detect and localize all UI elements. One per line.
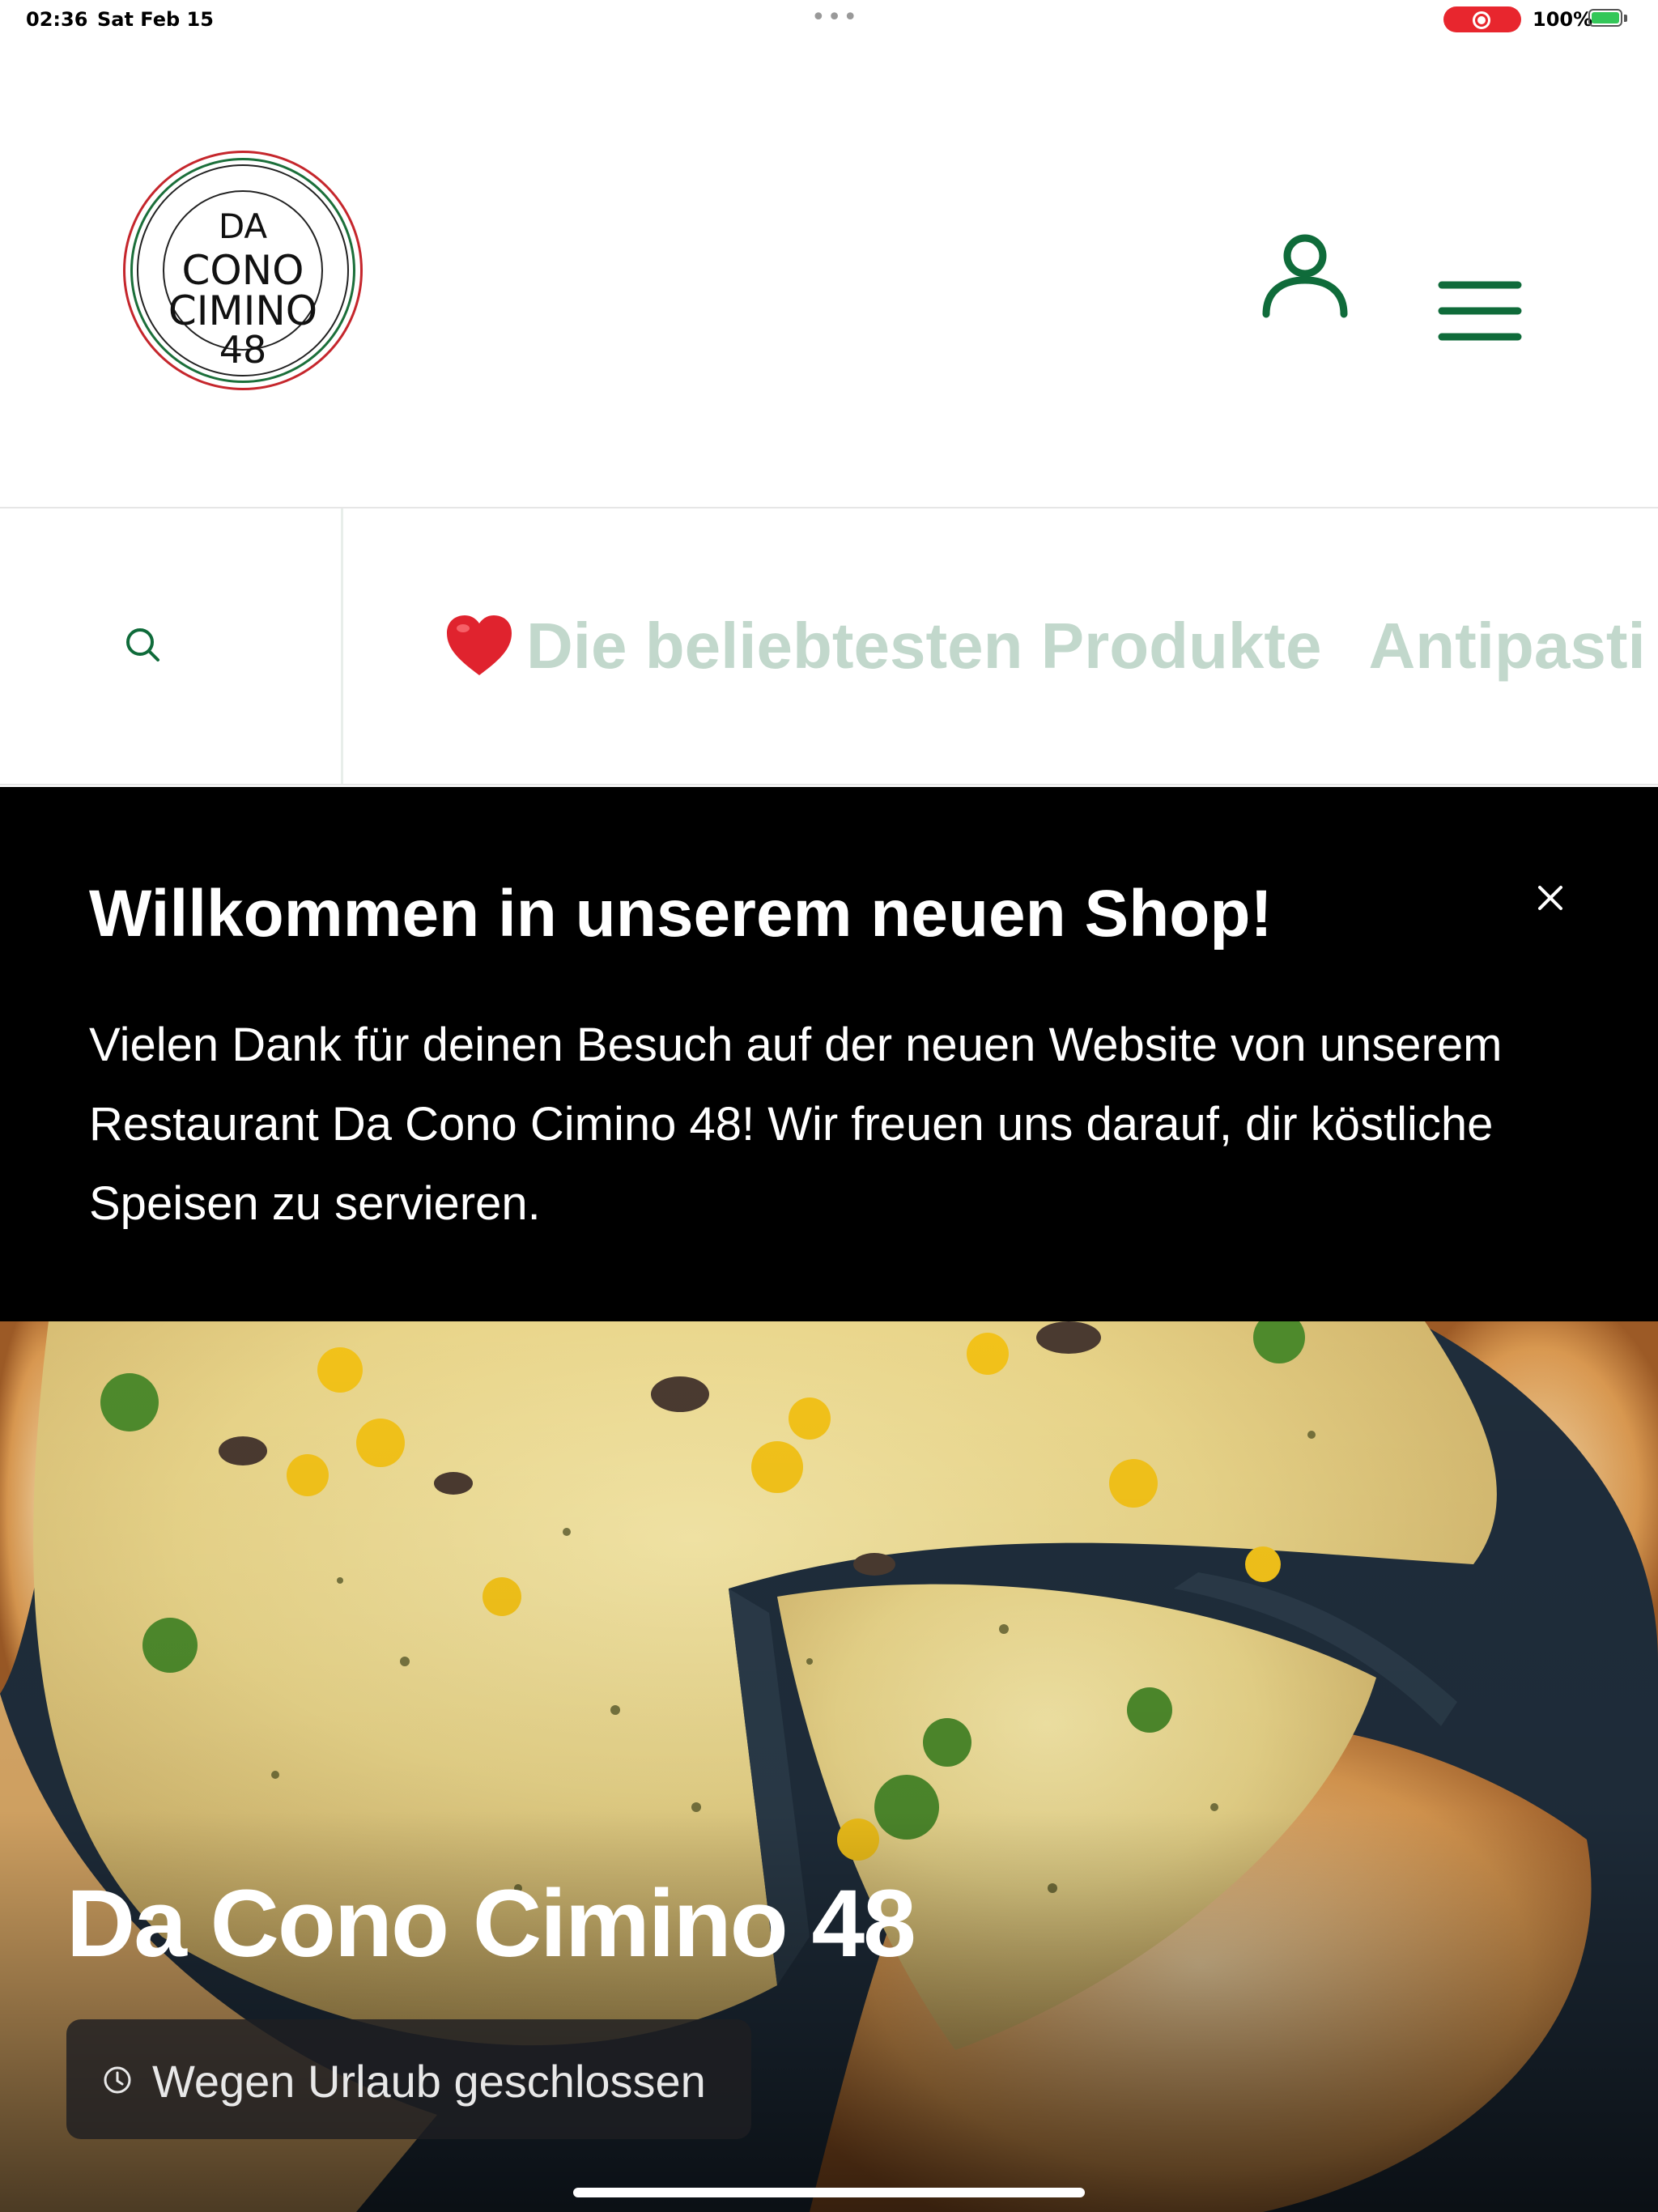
- battery-fill: [1592, 12, 1619, 23]
- status-time: 02:36: [26, 8, 88, 31]
- record-dot: [1477, 16, 1486, 24]
- page: 02:36 Sat Feb 15 ••• 100% DA CONO CIMINO…: [0, 0, 1658, 2212]
- status-badge: Wegen Urlaub geschlossen: [66, 2019, 751, 2139]
- battery-percentage: 100%: [1533, 8, 1593, 31]
- clock-icon: [104, 2066, 131, 2094]
- category-tab-popular[interactable]: Die beliebtesten Produkte: [526, 609, 1321, 683]
- logo-line-da: DA: [218, 206, 268, 246]
- welcome-banner: Willkommen in unserem neuen Shop! Vielen…: [0, 787, 1658, 1321]
- user-icon[interactable]: [1260, 228, 1350, 319]
- battery-icon: [1588, 9, 1622, 27]
- hero-section: Da Cono Cimino 48 Wegen Urlaub geschloss…: [0, 1321, 1658, 2212]
- menu-icon[interactable]: [1438, 280, 1522, 342]
- close-icon[interactable]: [1537, 884, 1564, 912]
- status-date: Sat Feb 15: [97, 8, 214, 31]
- restaurant-title: Da Cono Cimino 48: [66, 1870, 916, 1977]
- search-button[interactable]: [0, 508, 343, 784]
- status-badge-text: Wegen Urlaub geschlossen: [152, 2056, 706, 2107]
- search-icon: [126, 628, 159, 661]
- category-tab-antipasti[interactable]: Antipasti: [1368, 609, 1645, 683]
- category-scroller[interactable]: Die beliebtesten Produkte Antipasti: [444, 604, 1658, 683]
- logo-line-48: 48: [219, 328, 267, 372]
- welcome-body: Vielen Dank für deinen Besuch auf der ne…: [89, 1019, 1503, 1230]
- welcome-title: Willkommen in unserem neuen Shop!: [89, 877, 1273, 951]
- battery-cap: [1624, 15, 1627, 22]
- home-indicator[interactable]: [573, 2188, 1085, 2197]
- multitasking-dots-icon[interactable]: •••: [811, 3, 859, 32]
- heart-icon: [447, 615, 512, 675]
- screen-recording-icon[interactable]: [1443, 6, 1521, 32]
- status-bar: 02:36 Sat Feb 15 ••• 100%: [0, 0, 1658, 39]
- restaurant-logo[interactable]: DA CONO CIMINO 48: [123, 151, 363, 390]
- site-header: DA CONO CIMINO 48: [0, 39, 1658, 507]
- category-nav: Die beliebtesten Produkte Antipasti: [0, 507, 1658, 785]
